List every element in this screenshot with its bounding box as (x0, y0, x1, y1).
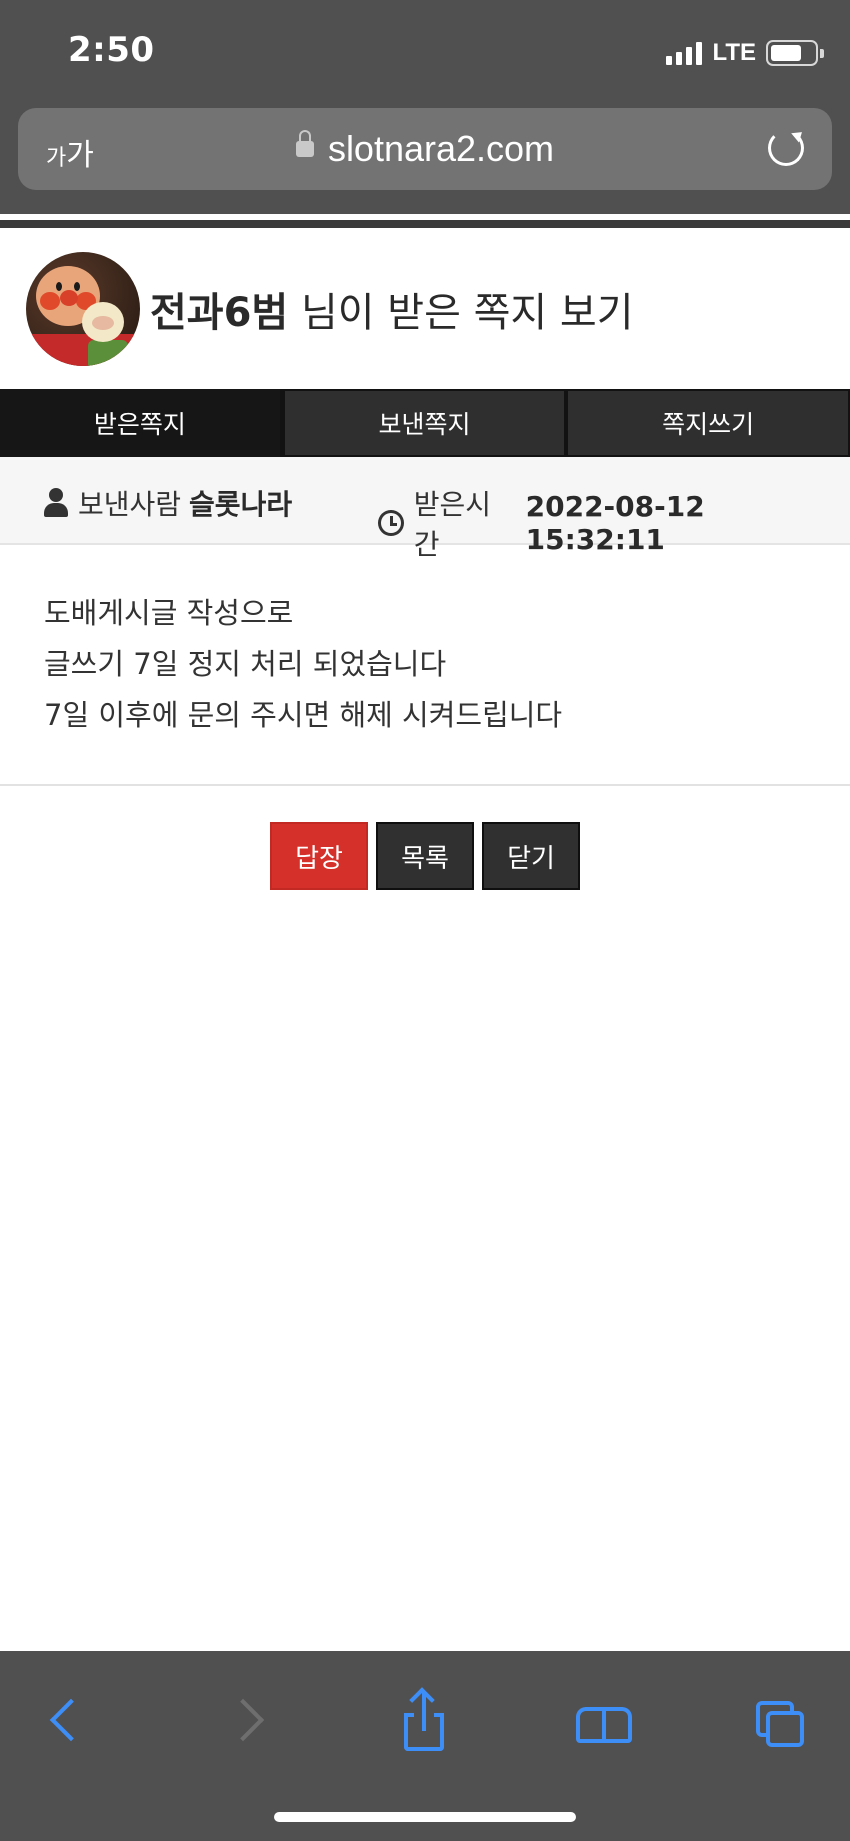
content-divider (0, 784, 850, 786)
message-meta: 보낸사람 슬롯나라 받은시간 2022-08-12 15:32:11 (0, 457, 850, 561)
message-tabs: 받은쪽지 보낸쪽지 쪽지쓰기 (0, 389, 850, 457)
tab-received[interactable]: 받은쪽지 (0, 389, 283, 457)
message-line: 도배게시글 작성으로 (44, 596, 294, 630)
message-line: 글쓰기 7일 정지 처리 되었습니다 (44, 647, 447, 681)
user-icon (44, 488, 68, 518)
message-line: 7일 이후에 문의 주시면 해제 시켜드립니다 (44, 698, 563, 732)
lock-icon (295, 130, 314, 158)
home-indicator[interactable] (274, 1812, 576, 1822)
address-bar[interactable]: 가가 slotnara2.com (18, 108, 832, 190)
page-top-divider (0, 220, 850, 228)
received-time: 2022-08-12 15:32:11 (525, 490, 705, 556)
received-info: 받은시간 2022-08-12 15:32:11 (378, 483, 850, 563)
signal-icon (666, 41, 703, 65)
close-button[interactable]: 닫기 (482, 822, 580, 890)
action-buttons: 답장 목록 닫기 (270, 822, 580, 890)
url-field[interactable]: slotnara2.com (18, 128, 832, 170)
back-icon[interactable] (36, 1691, 96, 1751)
title-suffix: 님이 받은 쪽지 보기 (288, 290, 634, 336)
network-label: LTE (712, 39, 756, 66)
sender-label: 보낸사람 (78, 488, 182, 521)
reply-button[interactable]: 답장 (270, 822, 368, 890)
message-body: 도배게시글 작성으로 글쓰기 7일 정지 처리 되었습니다 7일 이후에 문의 … (44, 588, 804, 741)
url-text: slotnara2.com (327, 128, 555, 169)
tab-sent[interactable]: 보낸쪽지 (282, 389, 567, 457)
bookmarks-icon[interactable] (574, 1691, 634, 1751)
browser-top-bar: 2:50 LTE 가가 slotnara2.com (0, 0, 850, 222)
sender-name: 슬롯나라 (189, 488, 293, 521)
status-indicators: LTE (666, 38, 824, 68)
list-button[interactable]: 목록 (376, 822, 474, 890)
sender-info: 보낸사람 슬롯나라 (44, 483, 292, 523)
title-nickname: 전과6범 (150, 290, 289, 336)
forward-icon[interactable] (218, 1691, 278, 1751)
clock-icon (378, 510, 404, 536)
battery-icon (766, 40, 824, 66)
page-title: 전과6범 님이 받은 쪽지 보기 (150, 280, 634, 338)
status-time: 2:50 (68, 30, 155, 70)
share-icon[interactable] (394, 1687, 454, 1751)
reload-icon[interactable] (768, 130, 804, 166)
avatar (26, 252, 140, 366)
received-label: 받은시간 (413, 488, 492, 561)
tabs-icon[interactable] (752, 1691, 812, 1751)
tab-compose[interactable]: 쪽지쓰기 (566, 389, 850, 457)
